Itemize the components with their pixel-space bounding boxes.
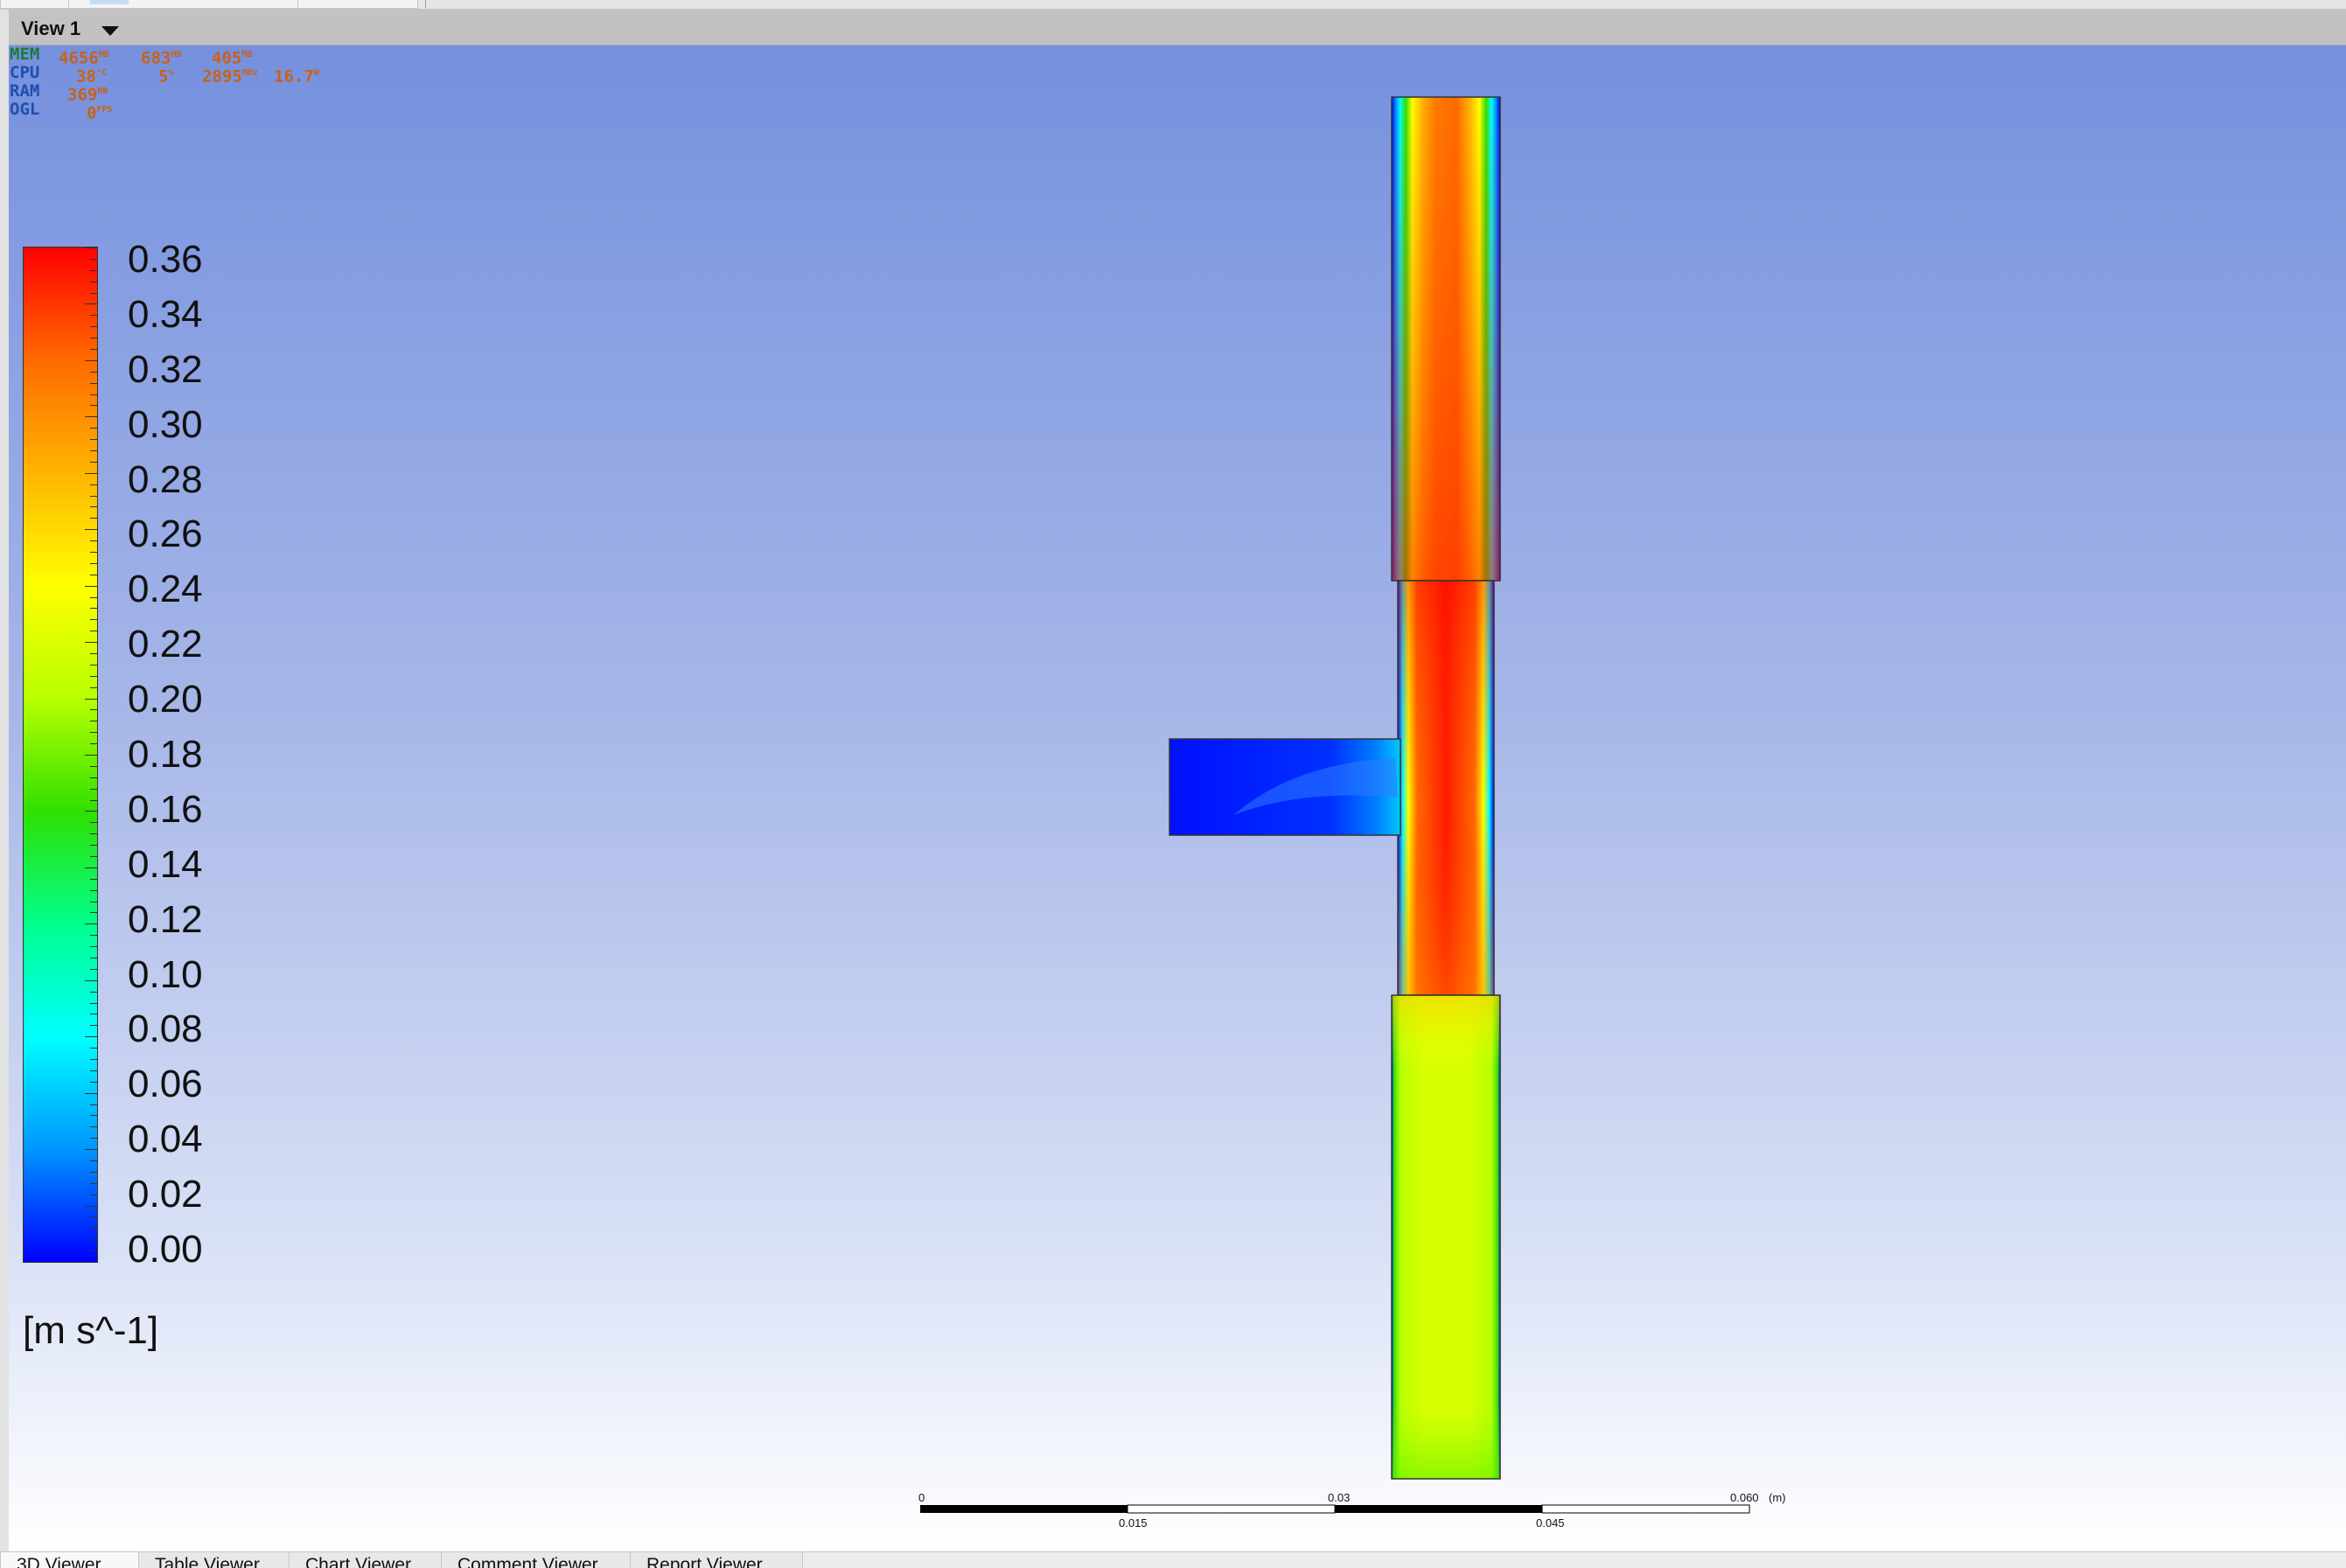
view-title[interactable]: View 1 — [21, 17, 80, 40]
scale-label-0.03: 0.03 — [1328, 1491, 1351, 1504]
middle-pipe-shading — [1398, 581, 1494, 995]
top-tab[interactable] — [0, 0, 70, 9]
tab-table-viewer[interactable]: Table Viewer — [138, 1552, 304, 1568]
length-scalebar: 0 0.03 0.060 (m) 0.015 0.045 — [918, 1491, 1786, 1530]
tab-comment-viewer[interactable]: Comment Viewer — [441, 1552, 646, 1568]
top-divider — [425, 0, 426, 8]
tab-chart-viewer[interactable]: Chart Viewer — [289, 1552, 457, 1568]
bottom-pipe-shading — [1392, 995, 1500, 1479]
left-panel-edge — [0, 10, 9, 1567]
velocity-contour-plot[interactable] — [9, 45, 2346, 1551]
scale-label-0.060: 0.060 — [1730, 1491, 1759, 1504]
scale-label-0: 0 — [918, 1491, 925, 1504]
view-header: View 1 — [9, 10, 2346, 45]
top-tab[interactable] — [297, 0, 418, 9]
tab-label: Report Viewer — [646, 1555, 763, 1568]
top-tab-strip — [0, 0, 2346, 10]
tab-3d-viewer[interactable]: 3D Viewer — [0, 1552, 154, 1568]
tab-report-viewer[interactable]: Report Viewer — [630, 1552, 803, 1568]
3d-viewport[interactable]: MEM 4656MB 683MB 405MB CPU 38°C 5% 2895MHz 16.7W… — [9, 45, 2346, 1551]
chevron-down-icon[interactable] — [101, 26, 119, 37]
top-pipe-shading — [1392, 97, 1500, 581]
scale-label-0.045: 0.045 — [1536, 1516, 1565, 1530]
tab-label: Table Viewer — [155, 1555, 260, 1568]
scale-unit: (m) — [1769, 1491, 1786, 1504]
tab-label: Comment Viewer — [457, 1555, 598, 1568]
scale-label-0.015: 0.015 — [1119, 1516, 1148, 1530]
top-tab-selection-marker — [90, 0, 129, 4]
tab-label: Chart Viewer — [305, 1555, 411, 1568]
tab-label: 3D Viewer — [17, 1555, 101, 1568]
viewer-tab-bar: 3D Viewer Table Viewer Chart Viewer Comm… — [0, 1551, 2346, 1568]
